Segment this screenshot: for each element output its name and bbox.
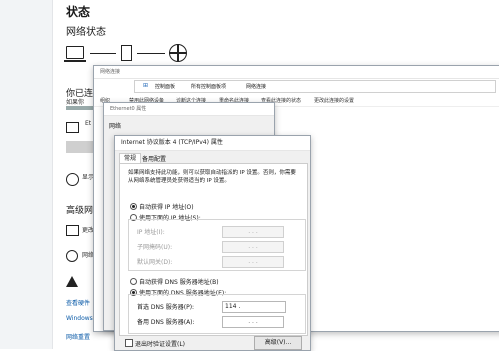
connected-desc: 如果你 xyxy=(66,99,85,106)
globe-equator xyxy=(169,52,186,54)
ethernet-properties-title: Ethernet0 属性 xyxy=(104,103,274,116)
warning-icon xyxy=(66,276,78,287)
subnet-mask-label: 子网掩码(U): xyxy=(137,244,173,251)
auto-ip-radio[interactable] xyxy=(130,203,137,210)
breadcrumb-3[interactable]: 网络连接 xyxy=(246,83,266,90)
desc-line xyxy=(66,106,96,110)
advanced-button[interactable]: 高级(V)... xyxy=(254,336,302,350)
general-tab-panel: 如果网络支持此功能，则可以获取自动指派的 IP 设置。否则，你需要从网络系统管理… xyxy=(119,163,308,336)
gateway-label: 默认网关(D): xyxy=(137,259,173,266)
properties-button[interactable] xyxy=(66,141,96,153)
window-title: 网络连接 xyxy=(94,66,499,79)
control-panel-icon: ⊞ xyxy=(143,82,149,89)
auto-dns-label: 自动获得 DNS 服务器地址(B) xyxy=(139,279,219,286)
settings-nav-strip xyxy=(0,0,53,349)
alternate-dns-label: 备用 DNS 服务器(A): xyxy=(137,319,195,326)
breadcrumb-2[interactable]: 所有控制面板项 xyxy=(191,83,226,90)
connection-line xyxy=(90,53,116,54)
pc-stand xyxy=(64,60,86,62)
subnet-mask-field[interactable]: . . . xyxy=(222,241,284,253)
advanced-heading: 高级网 xyxy=(66,206,94,216)
auto-ip-label: 自动获得 IP 地址(O) xyxy=(139,204,194,211)
dns-group-box xyxy=(128,294,306,334)
auto-dns-radio[interactable] xyxy=(130,278,137,285)
breadcrumb-1[interactable]: 控制面板 xyxy=(155,83,175,90)
router-icon xyxy=(121,45,132,61)
ethernet-name: Et xyxy=(85,120,92,127)
back-icon[interactable] xyxy=(100,80,105,85)
windows-firewall-link[interactable]: Windows xyxy=(66,315,93,322)
page-title: 状态 xyxy=(66,5,91,19)
change-settings-button[interactable]: 更改此连接的设置 xyxy=(314,97,354,104)
preferred-dns-field[interactable]: 114 . xyxy=(222,301,286,313)
network-reset-link[interactable]: 网络重置 xyxy=(66,332,90,341)
ipv4-description: 如果网络支持此功能，则可以获取自动指派的 IP 设置。否则，你需要从网络系统管理… xyxy=(128,170,296,184)
preferred-dns-label: 首选 DNS 服务器(P): xyxy=(137,304,195,311)
sharing-icon xyxy=(66,250,78,262)
data-usage-icon xyxy=(66,173,79,186)
address-bar[interactable]: ⊞ 控制面板 所有控制面板项 网络连接 xyxy=(134,80,496,93)
ethernet-icon xyxy=(66,122,79,133)
ip-address-field[interactable]: . . . xyxy=(222,226,284,238)
adapter-icon xyxy=(66,225,79,236)
tab-network[interactable]: 网络 xyxy=(109,121,121,130)
tab-alternate-config[interactable]: 备用配置 xyxy=(142,154,166,163)
network-status-heading: 网络状态 xyxy=(66,27,106,38)
alternate-dns-field[interactable]: . . . xyxy=(222,316,284,328)
validate-on-exit-checkbox[interactable] xyxy=(125,339,133,347)
pc-icon xyxy=(66,46,84,59)
connection-line-2 xyxy=(137,53,165,54)
hardware-link[interactable]: 查看硬件 xyxy=(66,298,90,307)
gateway-field[interactable]: . . . xyxy=(222,256,284,268)
ipv4-properties-dialog: Internet 协议版本 4 (TCP/IPv4) 属性 常规 备用配置 如果… xyxy=(114,135,311,351)
validate-on-exit-label: 退出时验证设置(L) xyxy=(135,341,186,348)
ipv4-dialog-title: Internet 协议版本 4 (TCP/IPv4) 属性 xyxy=(115,136,310,151)
ip-address-label: IP 地址(I): xyxy=(137,229,165,236)
